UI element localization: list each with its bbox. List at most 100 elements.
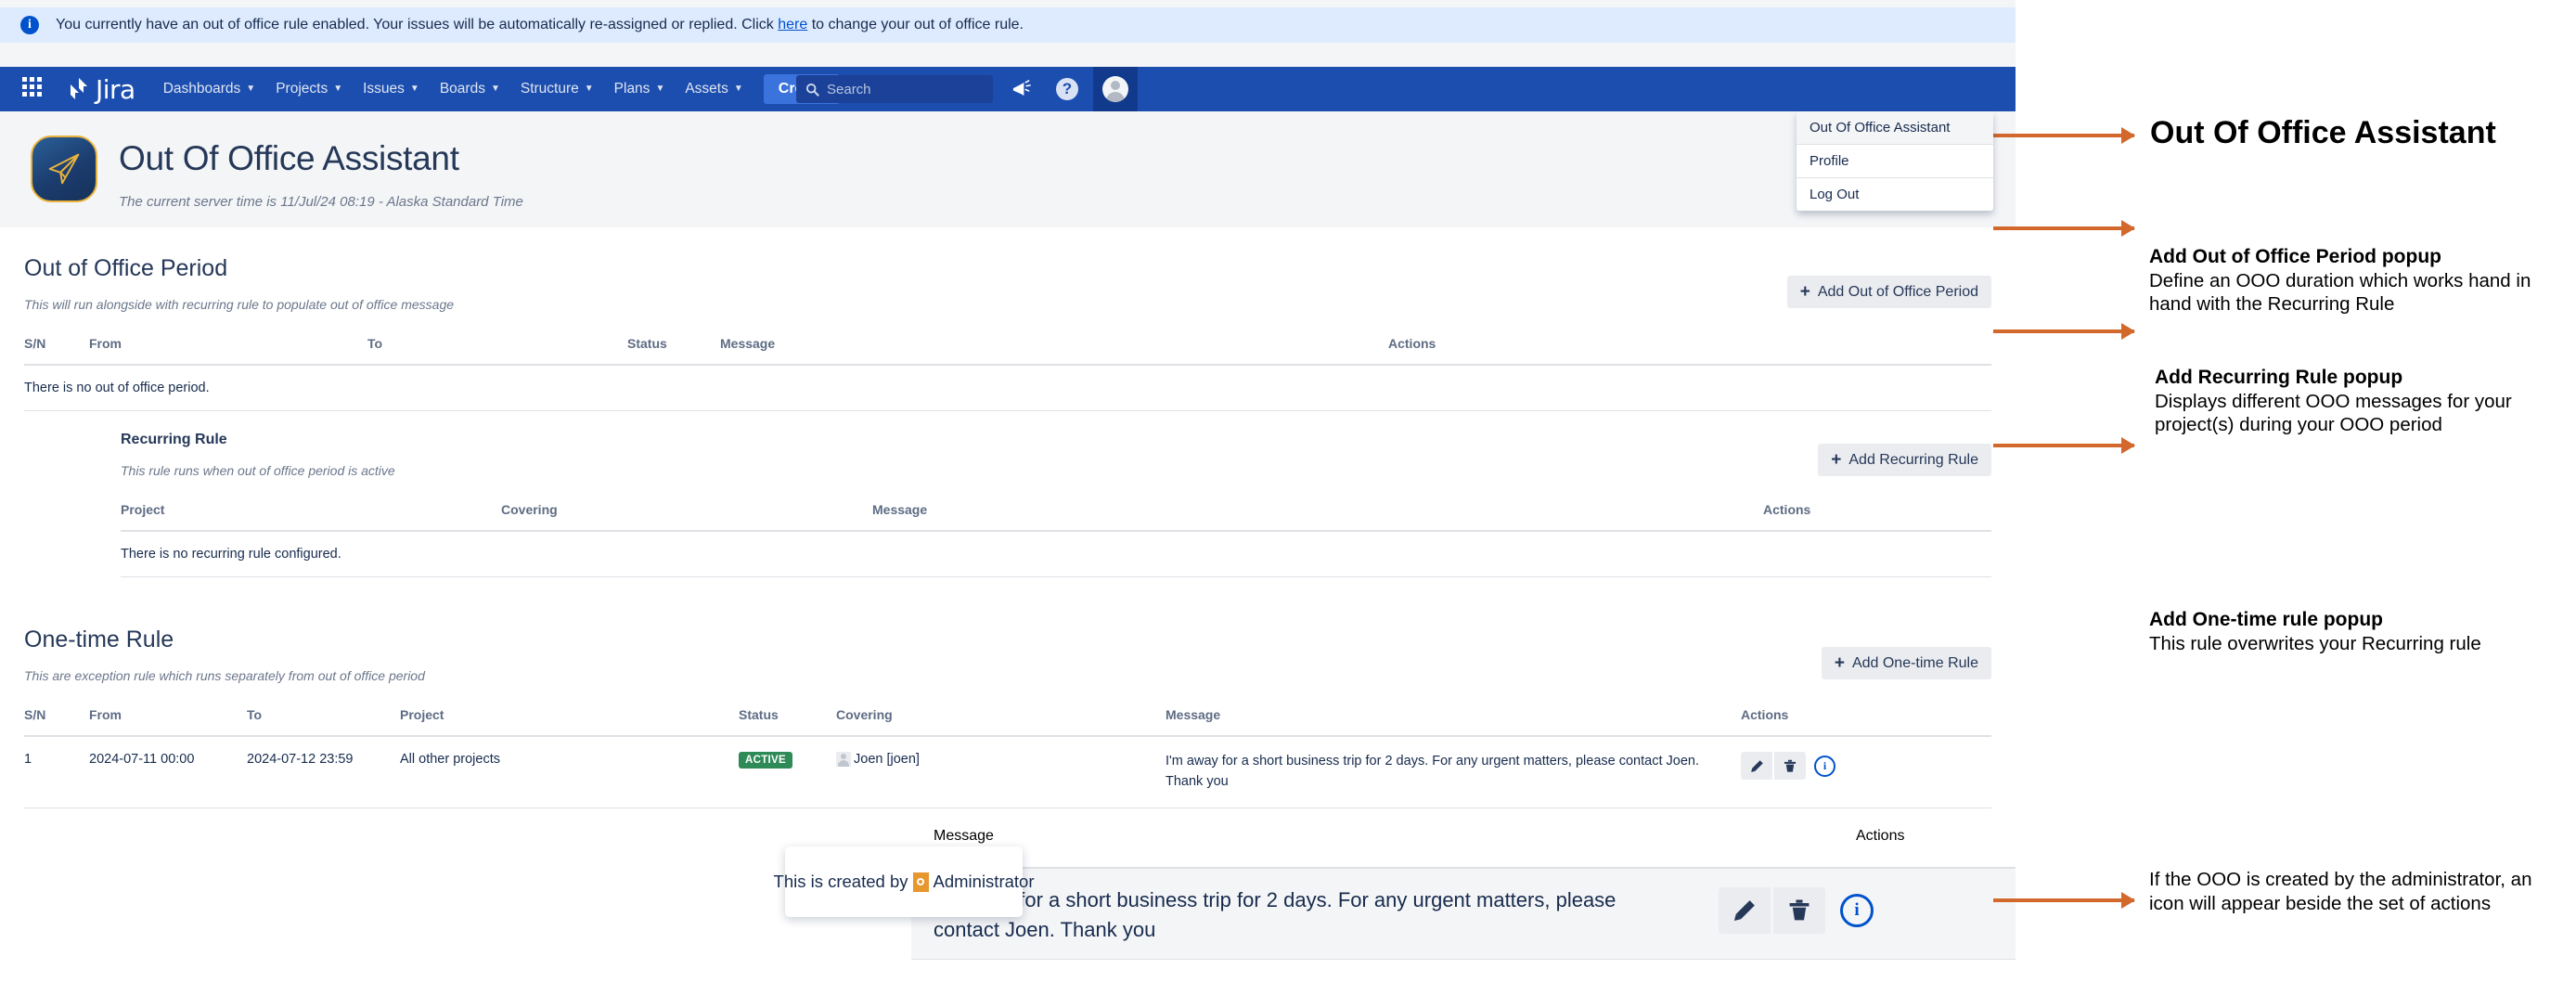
out-of-office-period-section: Out of Office Period This will run along… — [24, 255, 1991, 411]
cell-project: All other projects — [400, 736, 739, 808]
section-title-ooo-period: Out of Office Period — [24, 255, 1991, 282]
col-covering: Covering — [836, 702, 1166, 736]
annotation-add-ooo-period: Add Out of Office Period popup Define an… — [2149, 245, 2567, 317]
cell-message: I'm away for a short business trip for 2… — [1166, 736, 1741, 808]
col-sn: S/N — [24, 702, 89, 736]
nav-label: Structure — [521, 81, 579, 97]
magnified-message-text: I'm away for a short business trip for 2… — [934, 885, 1639, 945]
created-by-tooltip: This is created by Administrator — [785, 846, 1023, 917]
jira-top-navigation: Jira Dashboards ▼ Projects ▼ Issues ▼ Bo… — [0, 67, 2016, 111]
annotation-body: If the OOO is created by the administrat… — [2149, 868, 2571, 915]
nav-item-assets[interactable]: Assets ▼ — [685, 81, 742, 97]
pencil-icon — [1732, 898, 1757, 923]
cell-to: 2024-07-12 23:59 — [247, 736, 400, 808]
annotation-arrow-5 — [1993, 898, 2134, 902]
chevron-down-icon: ▼ — [333, 84, 342, 94]
nav-item-boards[interactable]: Boards ▼ — [440, 81, 500, 97]
jira-app-panel: i You currently have an out of office ru… — [0, 0, 2016, 982]
search-input[interactable]: Search — [796, 75, 993, 103]
banner-text: You currently have an out of office rule… — [56, 17, 1024, 33]
magnified-info-icon[interactable]: i — [1840, 894, 1874, 927]
col-status: Status — [627, 330, 720, 365]
nav-right-controls: Search ? — [796, 67, 1138, 111]
section-desc-one-time-rule: This are exception rule which runs separ… — [24, 668, 1991, 683]
col-actions: Actions — [1388, 330, 1991, 365]
plus-icon: + — [1800, 283, 1810, 301]
col-project: Project — [121, 497, 501, 531]
user-avatar-icon — [836, 752, 851, 767]
server-time-text: The current server time is 11/Jul/24 08:… — [119, 194, 523, 210]
one-time-rule-table: S/N From To Project Status Covering Mess… — [24, 702, 1991, 808]
banner-text-before: You currently have an out of office rule… — [56, 17, 778, 32]
nav-item-projects[interactable]: Projects ▼ — [276, 81, 342, 97]
menu-item-out-of-office-assistant[interactable]: Out Of Office Assistant — [1797, 111, 1993, 144]
chevron-down-icon: ▼ — [410, 84, 419, 94]
cell-sn: 1 — [24, 736, 89, 808]
section-desc-recurring-rule: This rule runs when out of office period… — [121, 463, 1991, 478]
cell-status: ACTIVE — [739, 736, 836, 808]
avatar — [1102, 76, 1128, 102]
jira-logo[interactable]: Jira — [67, 74, 135, 105]
chevron-down-icon: ▼ — [655, 84, 664, 94]
magnified-edit-button[interactable] — [1719, 887, 1771, 934]
one-time-rule-section: One-time Rule This are exception rule wh… — [24, 627, 1991, 808]
col-message: Message — [1166, 702, 1741, 736]
trash-icon — [1788, 898, 1810, 923]
paper-plane-logo-icon — [31, 136, 97, 202]
cell-covering: Joen [joen] — [836, 736, 1166, 808]
table-empty-row: There is no out of office period. — [24, 365, 1991, 411]
col-to: To — [367, 330, 627, 365]
table-header-row: Project Covering Message Actions — [121, 497, 1991, 531]
megaphone-icon[interactable] — [1002, 71, 1039, 108]
col-from: From — [89, 330, 367, 365]
banner-here-link[interactable]: here — [778, 17, 807, 32]
annotation-body: Define an OOO duration which works hand … — [2149, 269, 2567, 317]
add-one-time-rule-button[interactable]: + Add One-time Rule — [1822, 647, 1991, 679]
recurring-rule-section: Recurring Rule This rule runs when out o… — [121, 432, 1991, 577]
help-question-glyph: ? — [1056, 78, 1078, 100]
nav-item-dashboards[interactable]: Dashboards ▼ — [163, 81, 255, 97]
table-row: 1 2024-07-11 00:00 2024-07-12 23:59 All … — [24, 736, 1991, 808]
covering-user-name: Joen [joen] — [854, 752, 920, 767]
magnified-actions-callout: Message Actions I'm away for a short bus… — [891, 817, 2016, 982]
nav-label: Issues — [363, 81, 405, 97]
status-badge: ACTIVE — [739, 752, 792, 769]
table-header-row: S/N From To Project Status Covering Mess… — [24, 702, 1991, 736]
profile-avatar-button[interactable] — [1093, 67, 1138, 111]
page-header: Out Of Office Assistant The current serv… — [0, 111, 2016, 227]
add-button-label: Add Out of Office Period — [1818, 284, 1978, 301]
app-switcher-icon[interactable] — [22, 77, 46, 101]
magnified-row: I'm away for a short business trip for 2… — [911, 867, 2016, 960]
cell-from: 2024-07-11 00:00 — [89, 736, 247, 808]
help-icon[interactable]: ? — [1049, 71, 1086, 108]
tooltip-text-after: Administrator — [934, 872, 1035, 892]
delete-button[interactable] — [1774, 752, 1806, 780]
add-recurring-rule-button[interactable]: + Add Recurring Rule — [1818, 444, 1991, 476]
col-to: To — [247, 702, 400, 736]
empty-message: There is no out of office period. — [24, 365, 1991, 411]
annotation-add-recurring-rule: Add Recurring Rule popup Displays differ… — [2155, 366, 2572, 437]
annotation-admin-icon-note: If the OOO is created by the administrat… — [2149, 868, 2571, 915]
nav-item-issues[interactable]: Issues ▼ — [363, 81, 419, 97]
tooltip-text-before: This is created by — [774, 872, 908, 892]
menu-item-profile[interactable]: Profile — [1797, 145, 1993, 177]
add-out-of-office-period-button[interactable]: + Add Out of Office Period — [1787, 276, 1991, 308]
annotation-title: Add Recurring Rule popup — [2155, 366, 2572, 390]
created-by-admin-info-icon[interactable]: i — [1814, 756, 1835, 777]
nav-item-structure[interactable]: Structure ▼ — [521, 81, 594, 97]
col-project: Project — [400, 702, 739, 736]
administrator-avatar-icon — [913, 872, 929, 892]
chevron-down-icon: ▼ — [734, 84, 743, 94]
col-message: Message — [720, 330, 1388, 365]
banner-text-after: to change your out of office rule. — [807, 17, 1024, 32]
edit-button[interactable] — [1741, 752, 1772, 780]
col-sn: S/N — [24, 330, 89, 365]
section-desc-ooo-period: This will run alongside with recurring r… — [24, 297, 1991, 312]
col-message: Message — [872, 497, 1763, 531]
magnified-delete-button[interactable] — [1773, 887, 1825, 934]
annotation-title: Add Out of Office Period popup — [2149, 245, 2567, 269]
profile-dropdown-menu: Out Of Office Assistant Profile Log Out — [1797, 111, 1993, 211]
add-button-label: Add Recurring Rule — [1848, 452, 1978, 469]
nav-item-plans[interactable]: Plans ▼ — [614, 81, 665, 97]
menu-item-log-out[interactable]: Log Out — [1797, 178, 1993, 211]
